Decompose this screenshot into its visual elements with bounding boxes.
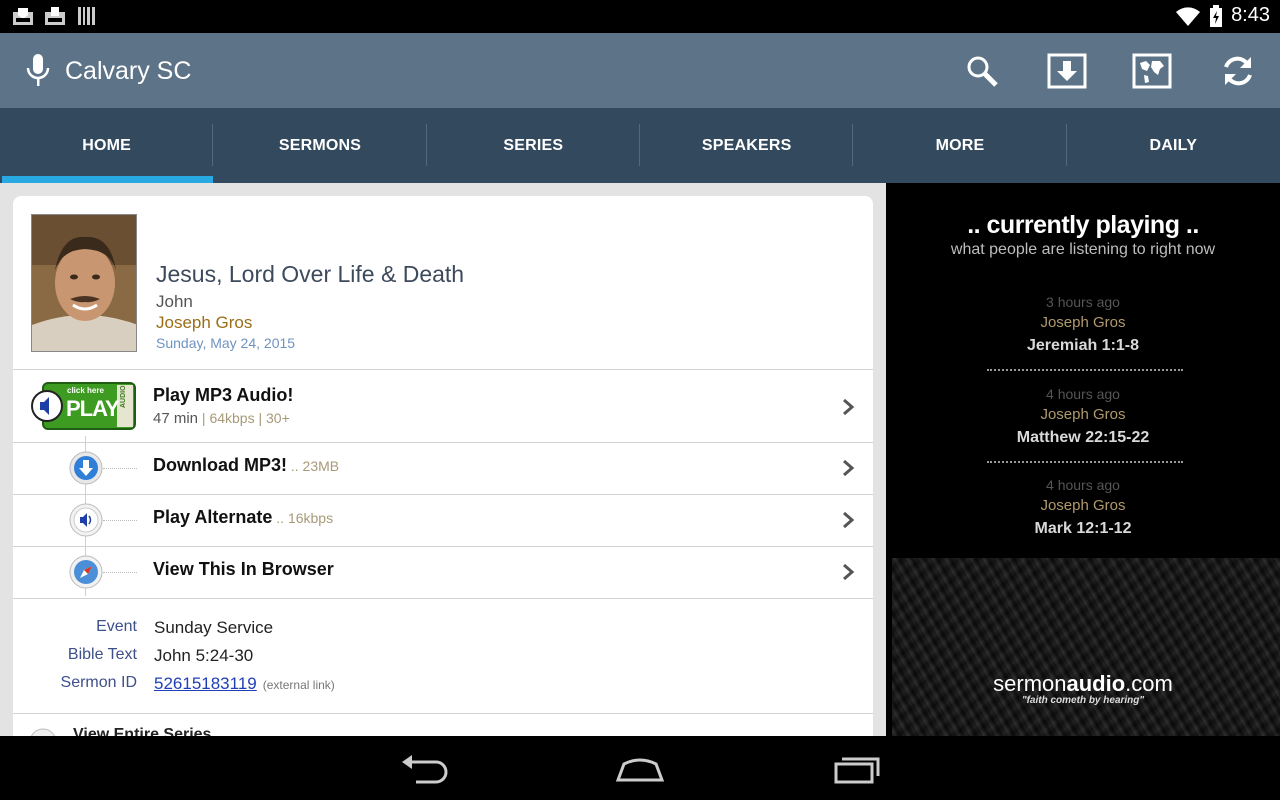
tab-more[interactable]: MORE xyxy=(853,108,1067,183)
sermon-card: Jesus, Lord Over Life & Death John Josep… xyxy=(13,196,873,736)
tab-daily[interactable]: DAILY xyxy=(1067,108,1280,183)
playing-item[interactable]: 4 hours ago Joseph Gros Matthew 22:15-22 xyxy=(886,386,1280,447)
series-icon xyxy=(30,728,56,736)
play-mp3-row[interactable]: click here PLAY AUDIO Play MP3 Audio! 47… xyxy=(13,370,873,442)
battery-icon xyxy=(1210,4,1223,27)
event-label: Event xyxy=(96,618,137,635)
search-button[interactable] xyxy=(962,51,1002,91)
download-row[interactable]: Download MP3! .. 23MB xyxy=(13,443,873,494)
download-tray-icon xyxy=(1047,53,1087,89)
recent-apps-icon[interactable] xyxy=(828,752,888,786)
divider xyxy=(13,598,873,599)
play-alternate-row[interactable]: Play Alternate .. 16kbps xyxy=(13,495,873,546)
back-icon[interactable] xyxy=(396,752,456,786)
tab-home[interactable]: HOME xyxy=(0,108,214,183)
sermon-date: Sunday, May 24, 2015 xyxy=(156,335,296,351)
notification-download-icon xyxy=(45,7,65,25)
play-alternate-meta: .. 16kbps xyxy=(272,510,334,526)
play-mp3-meta: | 64kbps | 30+ xyxy=(198,410,290,426)
currently-playing-panel: .. currently playing .. what people are … xyxy=(886,183,1280,736)
refresh-icon xyxy=(1224,56,1252,86)
external-link-note: (external link) xyxy=(262,678,335,692)
play-mp3-duration: 47 min xyxy=(153,410,199,427)
speaker-icon xyxy=(69,503,103,537)
play-alternate-label: Play Alternate xyxy=(153,507,273,527)
main-content: Jesus, Lord Over Life & Death John Josep… xyxy=(0,183,886,736)
world-map-icon xyxy=(1132,53,1172,89)
bible-text-value: John 5:24-30 xyxy=(154,646,254,665)
app-title: Calvary SC xyxy=(65,57,192,85)
clock: 8:43 xyxy=(1231,4,1270,26)
download-meta: .. 23MB xyxy=(287,458,340,474)
playing-item-ref: Mark 12:1-12 xyxy=(1034,520,1132,537)
action-bar: Calvary SC xyxy=(0,33,1280,108)
playing-item-speaker: Joseph Gros xyxy=(1040,497,1126,514)
compass-browser-icon xyxy=(69,555,103,589)
bible-text-label: Bible Text xyxy=(67,646,137,663)
view-browser-row[interactable]: View This In Browser xyxy=(13,547,873,598)
playing-item-ref: Jeremiah 1:1-8 xyxy=(1026,337,1140,354)
system-nav-bar xyxy=(0,736,1280,800)
chevron-right-icon xyxy=(843,459,855,477)
playing-item-speaker: Joseph Gros xyxy=(1040,406,1126,423)
playing-item-time: 3 hours ago xyxy=(1046,294,1120,310)
playing-item[interactable]: 3 hours ago Joseph Gros Jeremiah 1:1-8 xyxy=(886,294,1280,355)
chevron-right-icon xyxy=(843,398,855,416)
playing-item[interactable]: 4 hours ago Joseph Gros Mark 12:1-12 xyxy=(886,477,1280,538)
play-button-graphic: click here PLAY AUDIO xyxy=(31,382,137,430)
dotted-connector xyxy=(103,468,137,469)
wifi-icon xyxy=(1176,6,1201,26)
playing-item-time: 4 hours ago xyxy=(1046,477,1120,493)
playing-item-ref: Matthew 22:15-22 xyxy=(1016,429,1150,446)
refresh-button[interactable] xyxy=(1218,51,1258,91)
sermon-id-link[interactable]: 52615183119 xyxy=(154,674,257,693)
tab-bar: HOME SERMONS SERIES SPEAKERS MORE DAILY xyxy=(0,108,1280,183)
logo-bold-text: audio xyxy=(1066,671,1126,696)
divider xyxy=(13,713,873,714)
status-bar: 8:43 xyxy=(0,0,1280,33)
playing-item-time: 4 hours ago xyxy=(1046,386,1120,402)
sermon-title: Jesus, Lord Over Life & Death xyxy=(156,261,465,287)
dotted-connector xyxy=(103,572,137,573)
sermon-speaker[interactable]: Joseph Gros xyxy=(156,313,252,333)
play-mp3-label: Play MP3 Audio! xyxy=(153,385,294,405)
dotted-divider xyxy=(987,461,1183,463)
sermonaudio-tagline: "faith cometh by hearing" xyxy=(1021,695,1145,706)
download-label: Download MP3! xyxy=(153,455,287,475)
microphone-icon[interactable] xyxy=(25,53,51,89)
chevron-right-icon xyxy=(843,511,855,529)
tab-speakers[interactable]: SPEAKERS xyxy=(640,108,854,183)
search-icon xyxy=(967,56,998,87)
downloads-button[interactable] xyxy=(1047,51,1087,91)
currently-playing-title: .. currently playing .. xyxy=(967,211,1199,239)
chevron-right-icon xyxy=(843,563,855,581)
logo-tail-text: .com xyxy=(1125,671,1173,696)
home-icon[interactable] xyxy=(610,752,670,786)
view-series-link[interactable]: View Entire Series xyxy=(73,726,211,736)
currently-playing-subtitle: what people are listening to right now xyxy=(950,241,1216,258)
play-button-small-text: click here xyxy=(67,386,104,395)
view-browser-label: View This In Browser xyxy=(153,559,334,579)
dotted-connector xyxy=(103,520,137,521)
event-value: Sunday Service xyxy=(154,618,274,637)
play-button-side-text: AUDIO xyxy=(120,385,127,408)
speaker-portrait-image xyxy=(32,215,136,351)
download-arrow-icon xyxy=(69,451,103,485)
tab-series[interactable]: SERIES xyxy=(427,108,641,183)
barcode-icon xyxy=(78,7,95,25)
dotted-divider xyxy=(987,369,1183,371)
speaker-photo xyxy=(31,214,137,352)
branding-background xyxy=(892,558,1280,736)
sermon-book: John xyxy=(156,292,193,311)
sermonaudio-logo[interactable]: sermonaudio.com xyxy=(886,671,1280,697)
playing-item-speaker: Joseph Gros xyxy=(1040,314,1126,331)
play-button-big-text: PLAY xyxy=(66,396,120,421)
logo-light-text: sermon xyxy=(993,671,1067,696)
sermon-id-label: Sermon ID xyxy=(60,674,137,691)
notification-inbox-icon xyxy=(13,8,33,25)
tab-sermons[interactable]: SERMONS xyxy=(213,108,427,183)
map-button[interactable] xyxy=(1132,51,1172,91)
